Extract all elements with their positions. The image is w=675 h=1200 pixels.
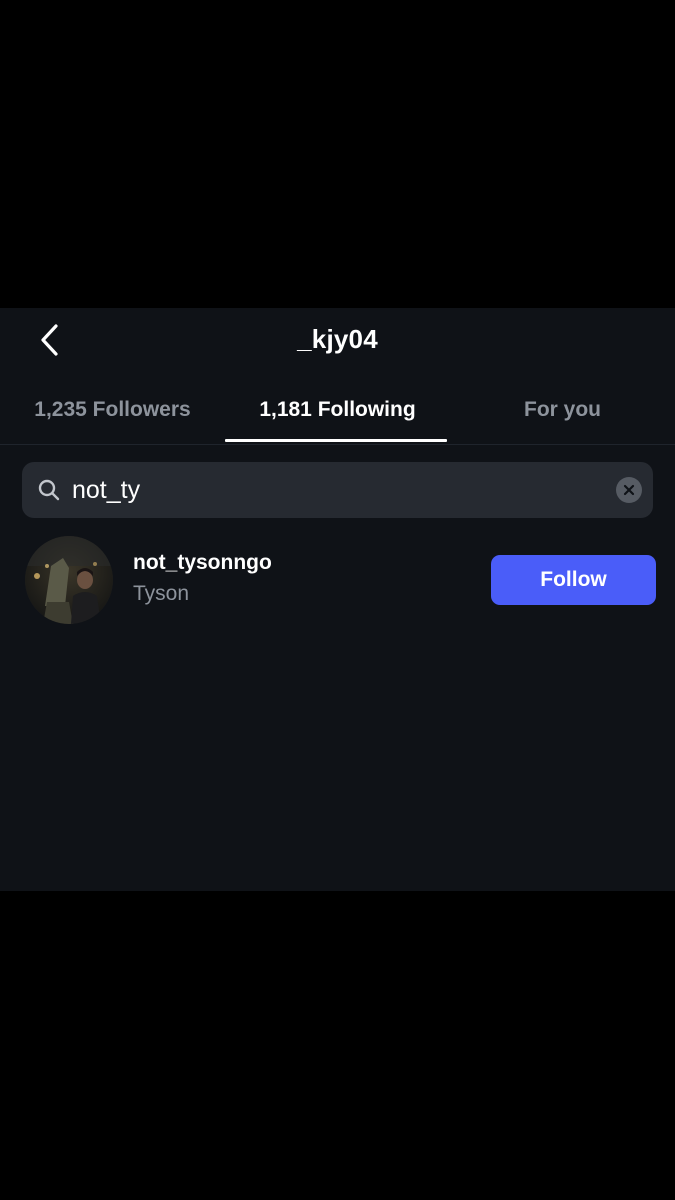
header: _kjy04 [0,308,675,374]
tab-followers[interactable]: 1,235 Followers [0,388,225,444]
active-tab-indicator [225,439,447,442]
result-username[interactable]: not_tysonngo [133,551,272,575]
result-display-name: Tyson [133,582,190,605]
clear-icon [623,484,635,496]
avatar-photo [25,536,113,624]
tab-following[interactable]: 1,181 Following [225,388,450,444]
top-letterbox [0,0,675,308]
search-input[interactable] [72,462,602,518]
page-title: _kjy04 [297,324,378,354]
follow-button[interactable]: Follow [491,555,656,605]
avatar[interactable] [25,536,113,624]
list-item[interactable]: not_tysonngo Tyson Follow [0,530,675,630]
tab-bar: 1,235 Followers 1,181 Following For you [0,388,675,445]
bottom-letterbox [0,891,675,1200]
clear-search-button[interactable] [616,477,642,503]
search-icon [38,479,60,501]
tab-for-you[interactable]: For you [450,388,675,444]
app-screen: _kjy04 1,235 Followers 1,181 Following F… [0,308,675,891]
search-bar[interactable] [22,462,653,518]
